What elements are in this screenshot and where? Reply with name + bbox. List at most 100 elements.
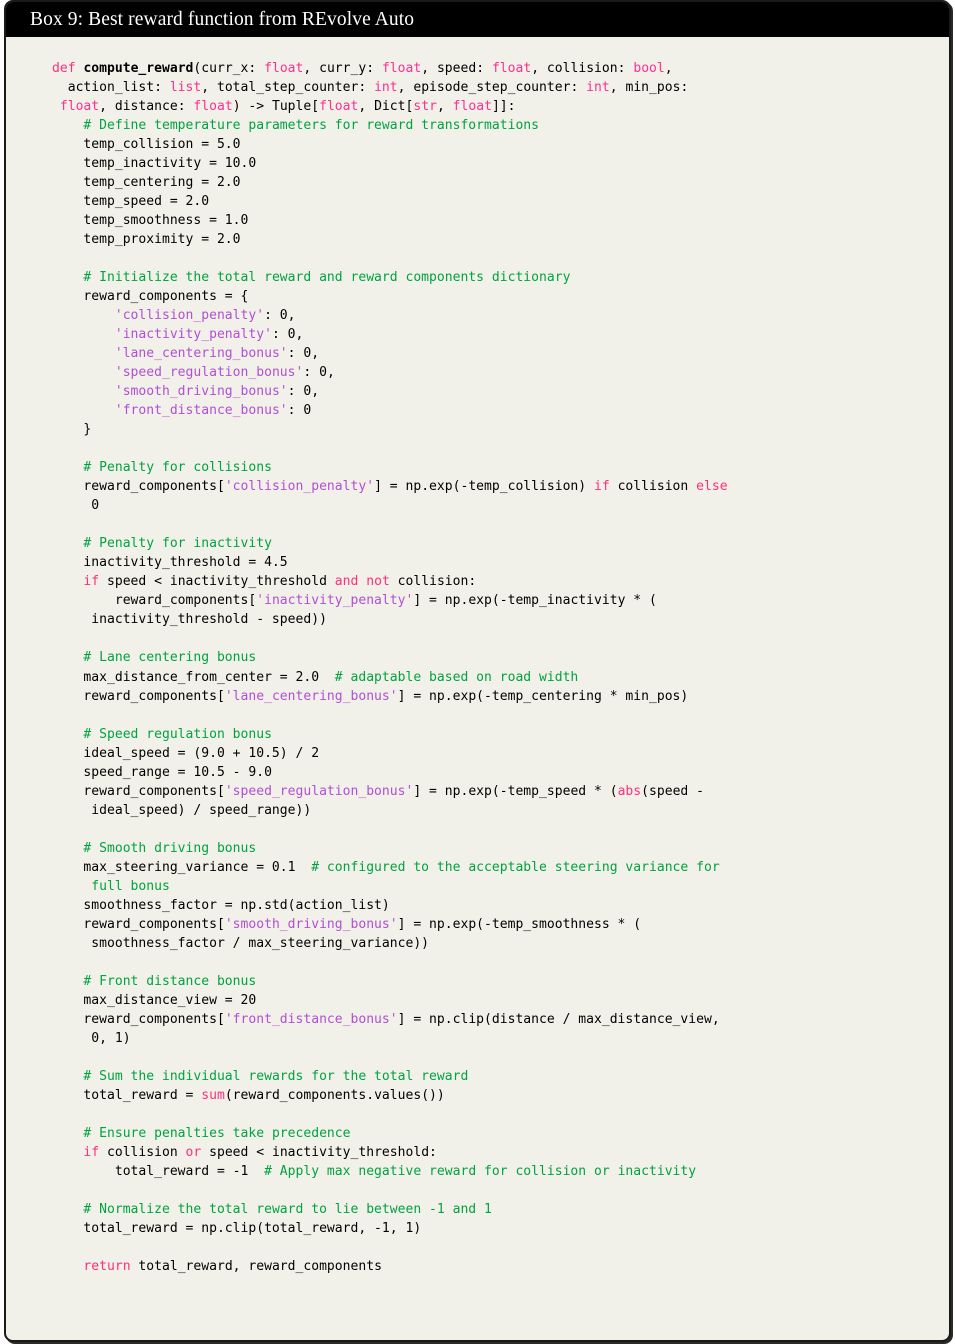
code-token-kw: not [366, 574, 390, 590]
code-token-typ: float [319, 99, 359, 115]
code-token-cm: # configured to the acceptable steering … [311, 859, 720, 875]
code-line: max_distance_from_center = 2.0 # adaptab… [52, 668, 933, 687]
code-token-cm: # Front distance bonus [83, 973, 257, 989]
code-line: temp_inactivity = 10.0 [52, 154, 933, 173]
code-line: # Penalty for collisions [52, 458, 933, 477]
code-token-pl: , collision: [531, 61, 634, 76]
code-token-typ: str [413, 99, 437, 115]
code-token-cm: # Lane centering bonus [83, 650, 257, 666]
code-line: smoothness_factor / max_steering_varianc… [52, 934, 933, 953]
code-token-pl: smoothness_factor / max_steering_varianc… [52, 935, 430, 951]
code-token-pl: } [52, 422, 92, 438]
code-token-bi: sum [201, 1087, 225, 1103]
code-token-pl: (speed - [641, 783, 704, 799]
code-token-typ: bool [633, 61, 665, 76]
code-token-typ: float [491, 61, 532, 76]
code-token-cm: # Apply max negative reward for collisio… [264, 1163, 697, 1179]
code-line: temp_proximity = 2.0 [52, 230, 933, 249]
code-line: total_reward = sum(reward_components.val… [52, 1086, 933, 1105]
code-line: return total_reward, reward_components [52, 1257, 933, 1276]
code-token-pl: ] = np.exp(-temp_centering * min_pos) [397, 688, 689, 704]
code-token-cm: # Define temperature parameters for rewa… [83, 118, 540, 134]
code-token-typ: float [452, 99, 492, 115]
code-token-pl: ] = np.exp(-temp_collision) [374, 479, 594, 495]
code-token-pl: temp_speed = 2.0 [52, 194, 210, 210]
code-line: 'collision_penalty': 0, [52, 306, 933, 325]
code-token-pl: collision: [389, 574, 477, 590]
code-line: reward_components['speed_regulation_bonu… [52, 782, 933, 801]
code-token-str: 'collision_penalty' [114, 308, 265, 324]
code-token-pl: smoothness_factor = np.std(action_list) [52, 897, 390, 913]
code-token-str: 'lane_centering_bonus' [114, 346, 288, 362]
code-line: max_steering_variance = 0.1 # configured… [52, 858, 933, 877]
code-line: ideal_speed) / speed_range)) [52, 801, 933, 820]
code-token-pl: temp_centering = 2.0 [52, 175, 241, 191]
code-token-pl: temp_smoothness = 1.0 [52, 213, 249, 229]
code-line: temp_centering = 2.0 [52, 173, 933, 192]
code-token-pl: , [436, 99, 453, 115]
code-token-pl: max_steering_variance = 0.1 [52, 859, 312, 875]
code-token-typ: float [264, 61, 304, 76]
code-line: temp_collision = 5.0 [52, 135, 933, 154]
code-line: temp_speed = 2.0 [52, 192, 933, 211]
code-line: # Lane centering bonus [52, 648, 933, 667]
code-line: 'smooth_driving_bonus': 0, [52, 382, 933, 401]
code-token-pl: , min_pos: [609, 80, 689, 96]
box-header: Box 9: Best reward function from REvolve… [6, 2, 949, 37]
code-token-bi: abs [617, 783, 642, 799]
code-line: if collision or speed < inactivity_thres… [52, 1143, 933, 1162]
code-token-pl: : 0 [287, 403, 312, 419]
code-token-pl: (curr_x: [193, 61, 265, 76]
code-token-str: 'speed_regulation_bonus' [224, 783, 414, 799]
code-token-pl: reward_components[ [52, 479, 225, 495]
code-line: speed_range = 10.5 - 9.0 [52, 763, 933, 782]
code-line: # Front distance bonus [52, 972, 933, 991]
code-token-pl: ] = np.exp(-temp_smoothness * ( [397, 916, 642, 932]
code-token-pl: , episode_step_counter: [397, 80, 587, 96]
code-token-typ: int [374, 80, 398, 96]
code-token-pl: ideal_speed) / speed_range)) [52, 802, 312, 818]
code-line: inactivity_threshold - speed)) [52, 610, 933, 629]
code-token-cm: # Penalty for inactivity [83, 536, 272, 552]
code-line: # Ensure penalties take precedence [52, 1124, 933, 1143]
code-token-pl: max_distance_from_center = 2.0 [52, 669, 335, 685]
code-token-str: 'inactivity_penalty' [256, 593, 414, 609]
code-token-pl: , curr_y: [303, 61, 382, 76]
code-token-pl: total_reward = [52, 1087, 202, 1103]
code-token-typ: float [193, 99, 233, 115]
code-token-str: 'front_distance_bonus' [114, 403, 288, 419]
code-line: 'lane_centering_bonus': 0, [52, 344, 933, 363]
code-line: total_reward = np.clip(total_reward, -1,… [52, 1219, 933, 1238]
code-token-cm: # Penalty for collisions [83, 460, 272, 476]
code-token-kw: if [594, 479, 610, 495]
code-line: 0, 1) [52, 1029, 933, 1048]
code-token-typ: float [59, 99, 100, 115]
code-token-pl: : 0, [271, 327, 304, 343]
code-line: # Sum the individual rewards for the tot… [52, 1067, 933, 1086]
code-token-pl: speed_range = 10.5 - 9.0 [52, 764, 272, 780]
code-token-pl: 0 [52, 498, 100, 514]
code-line: temp_smoothness = 1.0 [52, 211, 933, 230]
